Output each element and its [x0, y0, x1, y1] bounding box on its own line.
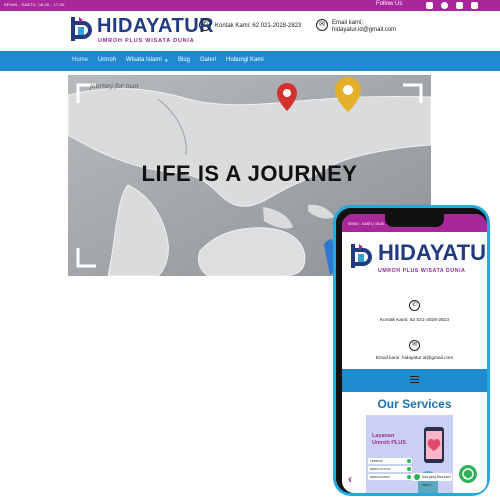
email-contact[interactable]: hidayatur.id@gmail.com	[332, 27, 396, 34]
service-card-title: Layanan Umroh PLUS	[372, 433, 406, 446]
check-icon	[407, 475, 411, 479]
opening-hours: SENIN - SABTU, 08.00 - 17.00	[4, 2, 65, 7]
chevron-down-icon[interactable]: ▾	[165, 58, 168, 64]
phone-mockup: SENIN - SABTU, 08.00 - 17.00 HIDAYATUR U…	[333, 205, 490, 496]
phone-illustration-icon	[424, 427, 444, 463]
phone-icon: ✆	[199, 19, 211, 31]
hero-script-text: journey for man	[90, 83, 139, 90]
page: SENIN - SABTU, 08.00 - 17.00 Follow Us H…	[0, 0, 500, 500]
nav-item-umroh[interactable]: Umroh	[98, 57, 116, 63]
phone-notch	[385, 214, 444, 227]
mobile-logo-icon[interactable]	[350, 240, 374, 272]
whatsapp-small-icon	[414, 474, 420, 480]
follow-us-label: Follow Us	[376, 1, 403, 7]
mobile-nav	[342, 369, 487, 392]
mobile-phone-contact[interactable]: Kontak Kami: 62 021-2028-2823	[342, 318, 487, 323]
main-nav: Home Umroh Wisata Islami ▾ Blog Galeri H…	[0, 51, 500, 71]
nav-item-galeri[interactable]: Galeri	[200, 57, 216, 63]
services-title: Our Services	[377, 397, 452, 411]
check-icon	[407, 459, 411, 463]
brand-name[interactable]: HIDAYATUR	[97, 15, 214, 38]
email-label: Email kami:	[332, 20, 364, 26]
youtube-icon[interactable]	[456, 2, 463, 9]
email-icon[interactable]	[471, 2, 478, 9]
nav-item-hubungi-kami[interactable]: Hubungi Kami	[226, 57, 264, 63]
chat-bubble[interactable]: Ada yang bisa kami bantu?	[412, 473, 452, 487]
chat-icon: ✉	[316, 19, 328, 31]
mobile-chat-icon: ✉	[409, 340, 420, 351]
top-bar: SENIN - SABTU, 08.00 - 17.00 Follow Us	[0, 0, 500, 11]
mobile-screen: SENIN - SABTU, 08.00 - 17.00 HIDAYATUR U…	[342, 214, 487, 493]
mobile-phone-icon: ✆	[409, 300, 420, 311]
nav-item-home[interactable]: Home	[72, 57, 88, 63]
mobile-brand-name[interactable]: HIDAYATUR	[378, 240, 487, 266]
nav-item-blog[interactable]: Blog	[178, 57, 190, 63]
service-row: BERKUALITAS	[368, 466, 412, 472]
hero-title: LIFE IS A JOURNEY	[141, 161, 358, 186]
instagram-icon[interactable]	[426, 2, 433, 9]
phone-contact[interactable]: Kontak Kami: 62 021-2028-2823	[215, 23, 301, 30]
whatsapp-icon[interactable]	[459, 465, 477, 483]
service-card[interactable]: Layanan Umroh PLUS TERBAIK BERKUALITAS B…	[366, 415, 453, 493]
facebook-icon[interactable]	[441, 2, 448, 9]
mobile-brand-tagline: UMROH PLUS WISATA DUNIA	[378, 268, 466, 274]
nav-item-wisata-islami[interactable]: Wisata Islami	[126, 57, 162, 63]
mobile-email-contact[interactable]: Email kami: hidayatur.id@gmail.com	[342, 356, 487, 361]
phone-bezel: SENIN - SABTU, 08.00 - 17.00 HIDAYATUR U…	[336, 208, 487, 493]
chevron-left-icon[interactable]: ‹	[348, 472, 352, 486]
site-header: HIDAYATUR UMROH PLUS WISATA DUNIA ✆ Kont…	[0, 11, 500, 51]
service-row: BERSAHABAT	[368, 474, 412, 480]
hamburger-menu-icon[interactable]	[410, 376, 419, 384]
logo-icon[interactable]	[70, 15, 94, 43]
service-row: TERBAIK	[368, 458, 412, 464]
brand-tagline: UMROH PLUS WISATA DUNIA	[98, 38, 195, 44]
check-icon	[407, 467, 411, 471]
